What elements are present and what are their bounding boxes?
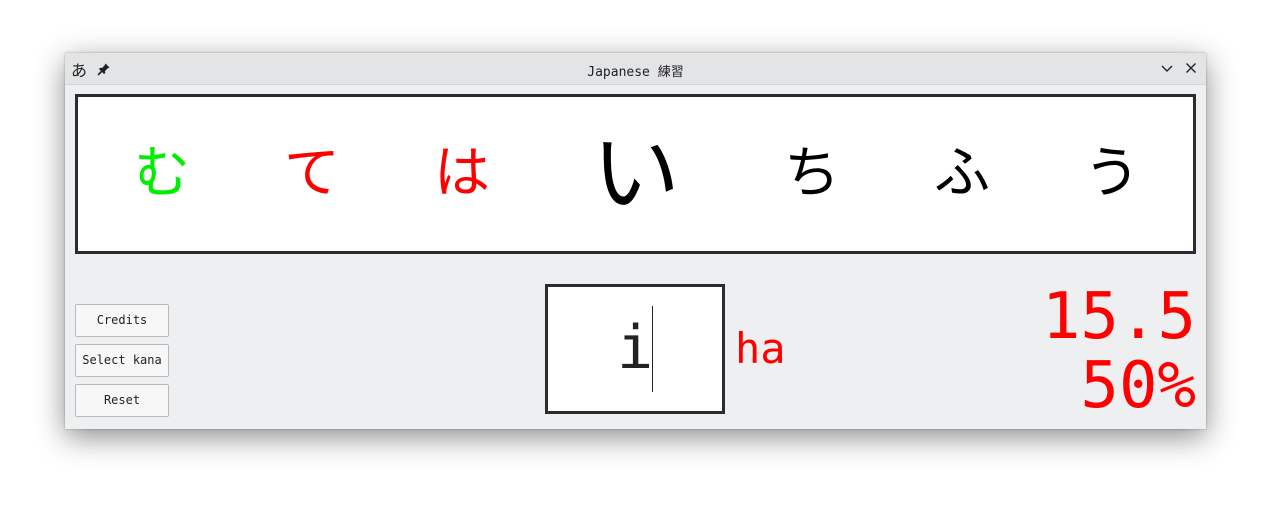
kana-wrong: て [284,141,340,206]
kana-correct: む [134,141,190,206]
answer-value: i [616,313,654,383]
correct-answer-hint: ha [735,324,786,373]
accuracy-display: 50% [1080,349,1196,423]
kana-upcoming: ふ [934,141,990,206]
window-title: Japanese 練習 [587,65,684,80]
select-kana-button[interactable]: Select kana [75,344,169,377]
kana-strip: む て は い ち ふ う [75,94,1196,254]
text-caret [652,306,653,392]
credits-button[interactable]: Credits [75,304,169,337]
kana-upcoming: ち [784,141,840,206]
kana-upcoming: う [1084,141,1140,206]
answer-input[interactable]: i [545,284,725,414]
chevron-down-icon[interactable] [1159,60,1175,76]
reset-button[interactable]: Reset [75,384,169,417]
timer-display: 15.5 [1041,280,1196,354]
title-bar[interactable]: あ Japanese 練習 [65,53,1206,85]
app-window: あ Japanese 練習 む て は い ち ふ う Credits Sele… [65,53,1206,429]
kana-current: い [591,122,680,225]
kana-wrong: は [434,141,490,206]
close-icon[interactable] [1183,60,1199,76]
